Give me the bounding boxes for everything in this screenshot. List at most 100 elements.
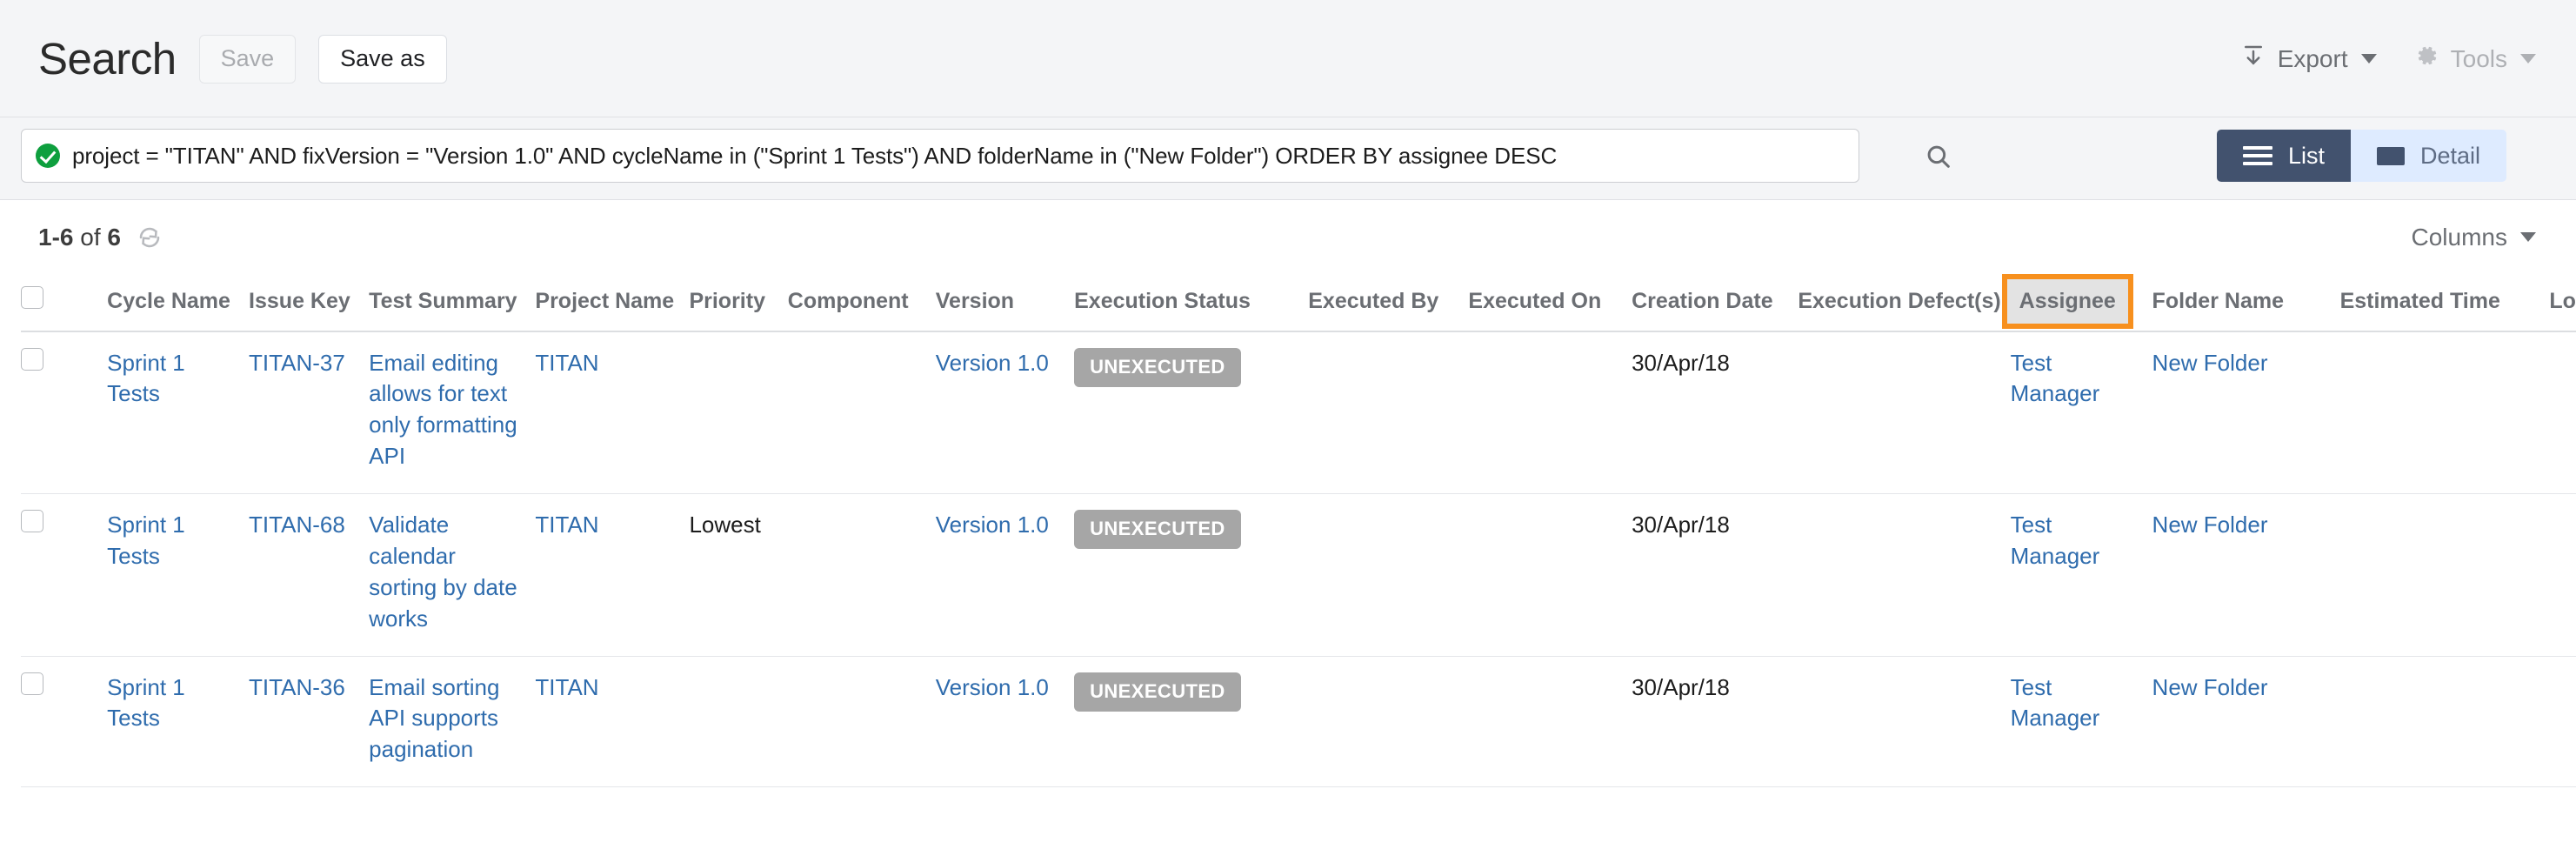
cell-executed-on	[1468, 494, 1632, 657]
save-button[interactable]: Save	[199, 35, 297, 84]
version-link[interactable]: Version 1.0	[936, 512, 1049, 538]
column-header-logged-time[interactable]: Logg	[2549, 274, 2576, 331]
issue-key-link[interactable]: TITAN-37	[249, 350, 345, 376]
cell-issue-key: TITAN-36	[249, 656, 369, 787]
cell-project-name: TITAN	[535, 656, 689, 787]
version-link[interactable]: Version 1.0	[936, 674, 1049, 700]
status-badge: UNEXECUTED	[1074, 672, 1241, 712]
table-row[interactable]: Sprint 1 Tests TITAN-37 Email editing al…	[21, 331, 2576, 494]
column-header-project-name[interactable]: Project Name	[535, 274, 689, 331]
cell-cycle-name: Sprint 1 Tests	[107, 656, 249, 787]
columns-dropdown[interactable]: Columns	[2412, 224, 2536, 251]
column-header-component[interactable]: Component	[788, 274, 936, 331]
row-checkbox[interactable]	[21, 510, 43, 532]
cell-logged-time	[2549, 331, 2576, 494]
column-header-folder-name[interactable]: Folder Name	[2152, 274, 2340, 331]
column-header-issue-key[interactable]: Issue Key	[249, 274, 369, 331]
column-header-creation-date[interactable]: Creation Date	[1632, 274, 1798, 331]
cell-creation-date: 30/Apr/18	[1632, 331, 1798, 494]
cell-component	[788, 331, 936, 494]
column-header-cycle-name[interactable]: Cycle Name	[107, 274, 249, 331]
select-all-header	[21, 274, 107, 331]
cell-execution-defects	[1798, 331, 2010, 494]
issue-key-link[interactable]: TITAN-36	[249, 674, 345, 700]
page-title: Search	[38, 37, 177, 81]
cell-estimated-time	[2340, 656, 2550, 787]
folder-name-link[interactable]: New Folder	[2152, 350, 2268, 376]
cell-test-summary: Validate calendar sorting by date works	[369, 494, 535, 657]
cycle-name-link[interactable]: Sprint 1 Tests	[107, 674, 185, 732]
valid-check-icon	[36, 144, 60, 168]
column-header-execution-defects[interactable]: Execution Defect(s)	[1798, 274, 2010, 331]
cycle-name-link[interactable]: Sprint 1 Tests	[107, 512, 185, 569]
search-button[interactable]	[1924, 142, 1953, 171]
cell-project-name: TITAN	[535, 331, 689, 494]
results-of-label: of	[80, 224, 100, 251]
cycle-name-link[interactable]: Sprint 1 Tests	[107, 350, 185, 407]
row-checkbox[interactable]	[21, 672, 43, 695]
cell-creation-date: 30/Apr/18	[1632, 494, 1798, 657]
download-arrow-icon	[2240, 43, 2266, 75]
cell-test-summary: Email editing allows for text only forma…	[369, 331, 535, 494]
test-summary-link[interactable]: Validate calendar sorting by date works	[369, 512, 517, 632]
cell-executed-by	[1308, 331, 1468, 494]
cell-estimated-time	[2340, 494, 2550, 657]
view-mode-toggle: List Detail	[2217, 130, 2506, 182]
jql-query-text: project = "TITAN" AND fixVersion = "Vers…	[72, 143, 1557, 170]
view-mode-list-button[interactable]: List	[2217, 130, 2351, 182]
folder-name-link[interactable]: New Folder	[2152, 674, 2268, 700]
chevron-down-icon	[2361, 54, 2377, 64]
cell-execution-status: UNEXECUTED	[1074, 656, 1308, 787]
cell-executed-by	[1308, 656, 1468, 787]
test-summary-link[interactable]: Email editing allows for text only forma…	[369, 350, 517, 470]
status-badge: UNEXECUTED	[1074, 348, 1241, 387]
column-header-test-summary[interactable]: Test Summary	[369, 274, 535, 331]
column-header-estimated-time[interactable]: Estimated Time	[2340, 274, 2550, 331]
export-label: Export	[2278, 45, 2348, 73]
assignee-link[interactable]: Test Manager	[2011, 674, 2100, 732]
cell-version: Version 1.0	[936, 656, 1074, 787]
row-select-cell	[21, 494, 107, 657]
column-header-executed-on[interactable]: Executed On	[1468, 274, 1632, 331]
cell-priority: Lowest	[689, 494, 787, 657]
assignee-link[interactable]: Test Manager	[2011, 350, 2100, 407]
results-range: 1-6	[38, 224, 73, 251]
table-row[interactable]: Sprint 1 Tests TITAN-36 Email sorting AP…	[21, 656, 2576, 787]
column-header-executed-by[interactable]: Executed By	[1308, 274, 1468, 331]
save-as-button[interactable]: Save as	[318, 35, 447, 84]
cell-execution-status: UNEXECUTED	[1074, 494, 1308, 657]
tools-button[interactable]: Tools	[2413, 43, 2536, 75]
row-select-cell	[21, 656, 107, 787]
row-checkbox[interactable]	[21, 348, 43, 371]
cell-project-name: TITAN	[535, 494, 689, 657]
table-header: Cycle Name Issue Key Test Summary Projec…	[21, 274, 2576, 331]
cell-cycle-name: Sprint 1 Tests	[107, 331, 249, 494]
issue-key-link[interactable]: TITAN-68	[249, 512, 345, 538]
header-left-group: Search Save Save as	[38, 0, 447, 117]
column-header-assignee[interactable]: Assignee	[2011, 274, 2152, 331]
cell-component	[788, 656, 936, 787]
assignee-link[interactable]: Test Manager	[2011, 512, 2100, 569]
test-summary-link[interactable]: Email sorting API supports pagination	[369, 674, 499, 763]
cell-assignee: Test Manager	[2011, 494, 2152, 657]
table-row[interactable]: Sprint 1 Tests TITAN-68 Validate calenda…	[21, 494, 2576, 657]
view-mode-detail-button[interactable]: Detail	[2351, 130, 2506, 182]
folder-name-link[interactable]: New Folder	[2152, 512, 2268, 538]
version-link[interactable]: Version 1.0	[936, 350, 1049, 376]
cell-logged-time	[2549, 494, 2576, 657]
cell-logged-time	[2549, 656, 2576, 787]
cell-version: Version 1.0	[936, 331, 1074, 494]
project-name-link[interactable]: TITAN	[535, 350, 598, 376]
select-all-checkbox[interactable]	[21, 286, 43, 309]
refresh-icon[interactable]	[137, 224, 163, 251]
jql-query-input[interactable]: project = "TITAN" AND fixVersion = "Vers…	[21, 129, 1859, 183]
column-header-execution-status[interactable]: Execution Status	[1074, 274, 1308, 331]
project-name-link[interactable]: TITAN	[535, 674, 598, 700]
table-body: Sprint 1 Tests TITAN-37 Email editing al…	[21, 331, 2576, 787]
column-header-version[interactable]: Version	[936, 274, 1074, 331]
cell-folder-name: New Folder	[2152, 331, 2340, 494]
export-button[interactable]: Export	[2240, 43, 2377, 75]
project-name-link[interactable]: TITAN	[535, 512, 598, 538]
column-header-priority[interactable]: Priority	[689, 274, 787, 331]
cell-cycle-name: Sprint 1 Tests	[107, 494, 249, 657]
